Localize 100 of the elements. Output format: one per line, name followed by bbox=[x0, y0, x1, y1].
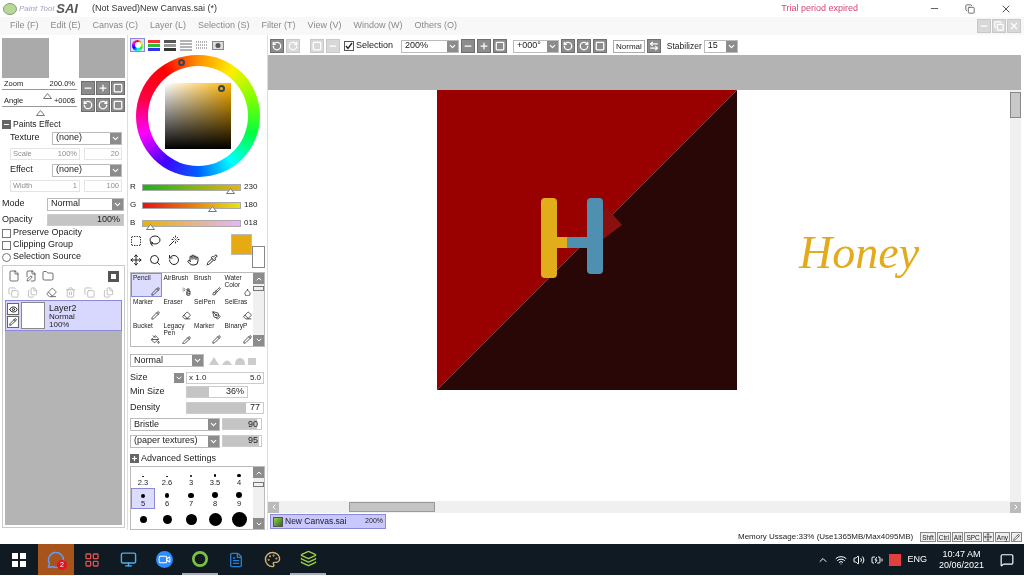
rotate-reset-button[interactable] bbox=[593, 39, 608, 53]
lasso-icon[interactable] bbox=[149, 235, 161, 248]
radio-button[interactable] bbox=[2, 252, 11, 262]
undo-button[interactable] bbox=[270, 39, 284, 53]
navigator-button[interactable] bbox=[111, 80, 125, 95]
new-file-icon[interactable] bbox=[25, 270, 37, 282]
scroll-down-button[interactable] bbox=[253, 518, 264, 529]
zoom-out-button[interactable] bbox=[461, 39, 476, 53]
pen-icon[interactable] bbox=[7, 316, 19, 328]
color-marker-icon[interactable] bbox=[218, 85, 225, 92]
notifications-icon[interactable] bbox=[1000, 552, 1014, 567]
color-mode-tab[interactable] bbox=[146, 38, 161, 52]
scrollbar-thumb[interactable] bbox=[253, 482, 264, 487]
slider[interactable]: 90 bbox=[222, 418, 262, 431]
checkbox[interactable] bbox=[2, 240, 11, 250]
rectangle-select-icon[interactable] bbox=[130, 235, 142, 248]
scrollbar-thumb[interactable] bbox=[253, 286, 264, 292]
dropdown[interactable]: Normal bbox=[130, 353, 204, 367]
slider-track[interactable] bbox=[2, 105, 77, 113]
slider-thumb[interactable] bbox=[145, 223, 155, 230]
slider-thumb[interactable] bbox=[226, 187, 236, 194]
scroll-up-button[interactable] bbox=[253, 273, 264, 285]
dropdown[interactable]: +000° bbox=[513, 39, 560, 53]
slider[interactable]: 36% bbox=[186, 385, 248, 398]
slider[interactable]: 77 bbox=[186, 401, 264, 414]
navigator-button[interactable] bbox=[96, 97, 110, 112]
slider-thumb[interactable] bbox=[43, 92, 52, 99]
layer-item[interactable]: Layer2 Normal 100% bbox=[5, 300, 122, 331]
navigator-button[interactable] bbox=[111, 97, 125, 112]
selection-checkbox[interactable]: Selection bbox=[344, 39, 394, 53]
menu-item[interactable]: Selection (S) bbox=[192, 19, 256, 33]
rotate-icon[interactable] bbox=[168, 254, 180, 267]
menu-item[interactable]: Layer (L) bbox=[144, 19, 193, 33]
checkbox[interactable] bbox=[344, 41, 354, 51]
scroll-up-button[interactable] bbox=[253, 467, 264, 478]
color-mode-tab[interactable] bbox=[130, 38, 145, 52]
color-mode-tab[interactable] bbox=[210, 38, 225, 52]
zoom-in-button[interactable] bbox=[477, 39, 492, 53]
rotate-left-button[interactable] bbox=[561, 39, 576, 53]
rotate-right-button[interactable] bbox=[577, 39, 592, 53]
expand-icon[interactable] bbox=[130, 454, 139, 463]
slider[interactable]: 100% bbox=[47, 213, 124, 226]
slider-track[interactable] bbox=[2, 88, 77, 96]
clock-date[interactable]: 20/06/2021 bbox=[938, 559, 984, 571]
battery-icon[interactable] bbox=[871, 553, 884, 566]
hand-icon[interactable] bbox=[187, 254, 199, 267]
collapse-icon[interactable] bbox=[2, 119, 11, 129]
menu-item[interactable]: File (F) bbox=[4, 19, 45, 33]
flip-button[interactable] bbox=[646, 39, 661, 53]
zoom-reset-button[interactable] bbox=[493, 39, 508, 53]
color-mode-tab[interactable] bbox=[162, 38, 177, 52]
dropdown[interactable]: (paper textures) bbox=[130, 434, 220, 448]
mask-button[interactable] bbox=[108, 270, 119, 282]
scroll-down-button[interactable] bbox=[253, 334, 264, 346]
color-slider[interactable] bbox=[142, 201, 241, 209]
saturation-value-square[interactable] bbox=[165, 83, 231, 150]
scrollbar-thumb[interactable] bbox=[349, 502, 435, 512]
volume-icon[interactable] bbox=[853, 553, 866, 566]
hue-marker-icon[interactable] bbox=[178, 59, 185, 66]
scrollbar-thumb[interactable] bbox=[1010, 92, 1021, 118]
move-icon[interactable] bbox=[130, 254, 142, 267]
size-field[interactable]: x 1.0 5.0 bbox=[186, 371, 264, 384]
menu-item[interactable]: Others (O) bbox=[408, 19, 463, 33]
vertical-scrollbar[interactable] bbox=[1010, 90, 1021, 501]
eyedropper-icon[interactable] bbox=[206, 254, 218, 267]
secondary-color-swatch[interactable] bbox=[252, 246, 265, 269]
wifi-icon[interactable] bbox=[835, 553, 848, 566]
dropdown[interactable]: 15 bbox=[703, 39, 738, 53]
menu-item[interactable]: View (V) bbox=[301, 19, 348, 33]
dropdown[interactable]: (none) bbox=[52, 163, 122, 177]
slider-thumb[interactable] bbox=[35, 109, 45, 116]
dropdown[interactable]: Bristle bbox=[130, 417, 220, 431]
color-mode-tab[interactable] bbox=[178, 38, 193, 52]
menu-item[interactable]: Filter (T) bbox=[255, 19, 302, 33]
color-slider[interactable] bbox=[142, 219, 241, 227]
navigator-button[interactable] bbox=[81, 97, 95, 112]
start-icon[interactable] bbox=[12, 552, 26, 567]
menu-item[interactable]: Edit (E) bbox=[44, 19, 87, 33]
new-layer-icon[interactable] bbox=[8, 270, 20, 282]
eraser-icon[interactable] bbox=[46, 286, 57, 298]
checkbox[interactable] bbox=[2, 228, 11, 238]
visibility-toggle[interactable] bbox=[7, 303, 19, 315]
menu-item[interactable]: Canvas (C) bbox=[86, 19, 145, 33]
language-indicator[interactable]: ENG bbox=[907, 552, 927, 567]
dropdown[interactable]: 200% bbox=[401, 39, 460, 53]
slider[interactable]: 95 bbox=[222, 435, 262, 448]
navigator-button[interactable] bbox=[81, 80, 95, 95]
color-slider[interactable] bbox=[142, 183, 241, 191]
primary-color-swatch[interactable] bbox=[231, 234, 252, 256]
blend-mode-button[interactable]: Normal bbox=[613, 39, 645, 53]
slider-thumb[interactable] bbox=[207, 205, 217, 212]
color-mode-tab[interactable] bbox=[194, 38, 209, 52]
dropdown[interactable]: Normal bbox=[47, 197, 124, 211]
folder-icon[interactable] bbox=[42, 270, 54, 282]
magic-wand-icon[interactable] bbox=[168, 235, 180, 248]
navigator-button[interactable] bbox=[96, 80, 110, 95]
clock-time[interactable]: 10:47 AM bbox=[942, 548, 981, 560]
dropdown[interactable]: (none) bbox=[52, 131, 122, 145]
zoom-icon[interactable] bbox=[149, 254, 161, 267]
horizontal-scrollbar[interactable] bbox=[268, 501, 1021, 513]
